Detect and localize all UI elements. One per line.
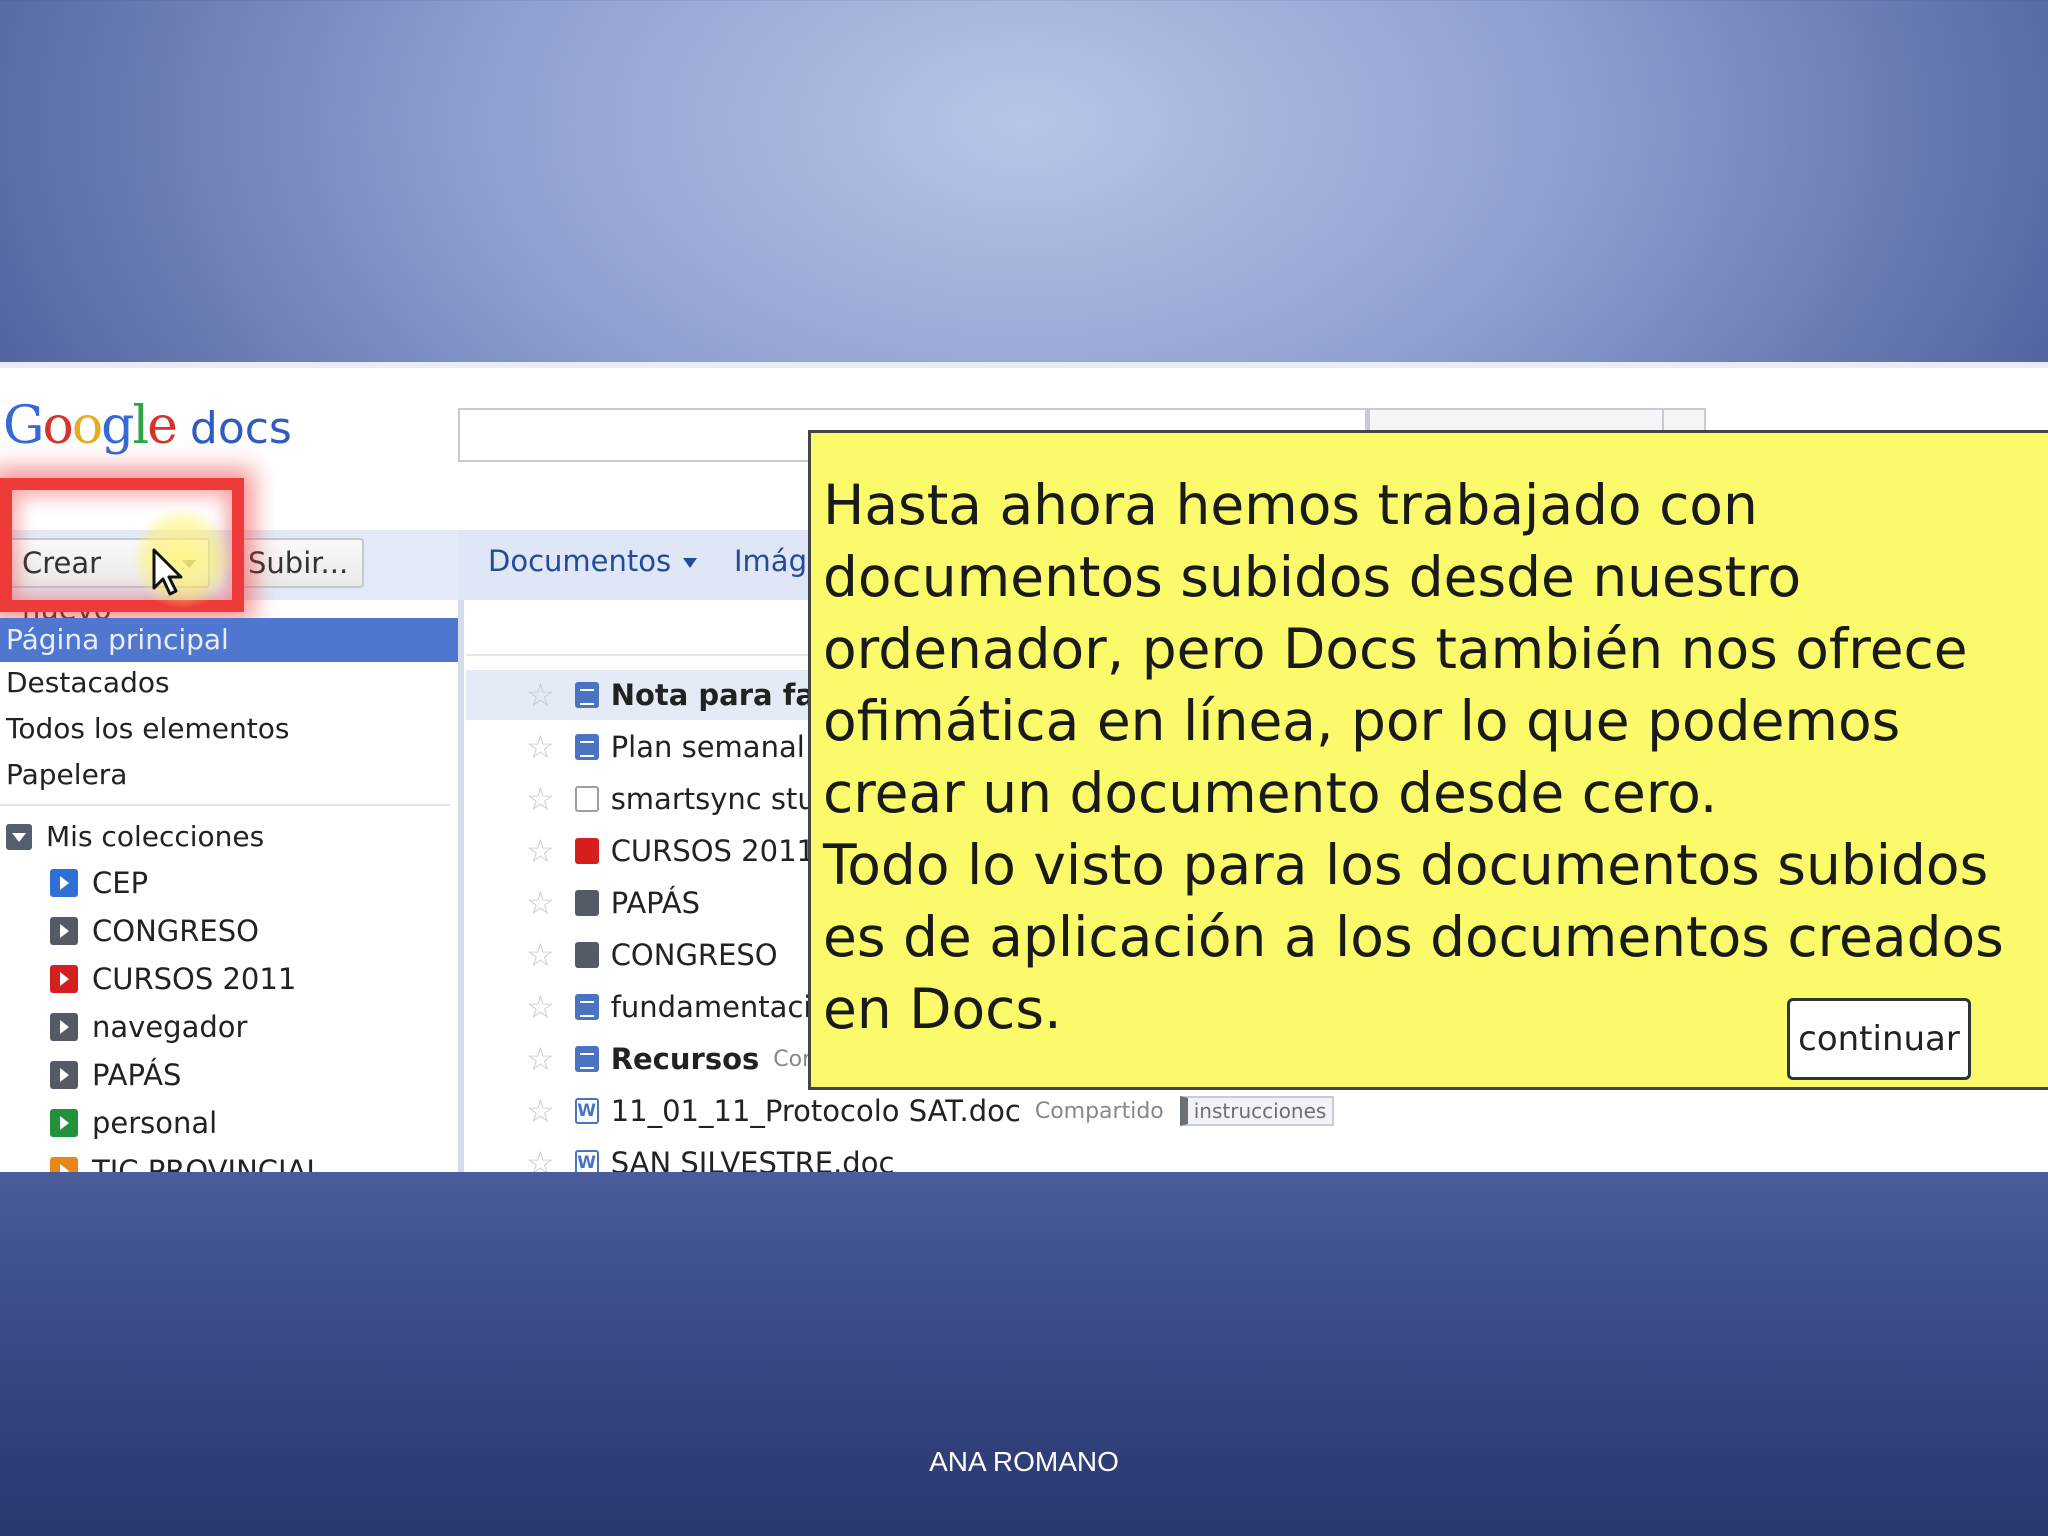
collection-label: personal xyxy=(92,1106,218,1140)
callout-text: Hasta ahora hemos trabajado con document… xyxy=(823,473,2004,1041)
collection-tag[interactable]: instrucciones xyxy=(1179,1096,1335,1126)
document-row[interactable]: ☆ smartsync stud xyxy=(526,780,834,818)
collection-folder-icon xyxy=(50,965,78,993)
star-icon[interactable]: ☆ xyxy=(526,1040,555,1078)
tutorial-callout: Hasta ahora hemos trabajado con document… xyxy=(808,430,2048,1090)
collection-folder-icon xyxy=(50,1061,78,1089)
logo-docs-word: docs xyxy=(189,403,292,454)
collapse-toggle-icon[interactable] xyxy=(6,823,32,850)
star-icon[interactable]: ☆ xyxy=(526,780,555,818)
collection-label: CURSOS 2011 xyxy=(92,962,297,996)
star-icon[interactable]: ☆ xyxy=(526,832,555,870)
folder-icon xyxy=(574,890,599,916)
logo-google-wordmark: Google xyxy=(3,396,178,456)
document-title[interactable]: CURSOS 2011 xyxy=(611,834,815,868)
document-row[interactable]: ☆ fundamentacion xyxy=(526,988,848,1026)
google-docs-logo: Google docs xyxy=(3,396,292,466)
collection-folder-icon xyxy=(50,917,78,945)
mouse-pointer-icon xyxy=(152,548,183,596)
tab-documents[interactable]: Documentos xyxy=(488,544,698,578)
chevron-down-icon xyxy=(683,558,698,568)
document-row[interactable]: ☆ CURSOS 2011 xyxy=(526,832,815,870)
sidebar-scrollbar[interactable] xyxy=(458,600,464,1172)
collection-label: navegador xyxy=(92,1010,248,1044)
document-title[interactable]: Plan semanal xyxy=(611,730,805,764)
document-row[interactable]: ☆ Recursos Comp xyxy=(526,1040,838,1078)
star-icon[interactable]: ☆ xyxy=(526,988,555,1026)
document-row[interactable]: ☆ Plan semanal xyxy=(526,728,805,766)
sidebar-item-home[interactable]: Página principal xyxy=(0,618,458,662)
doc-icon xyxy=(574,682,599,708)
document-title[interactable]: CONGRESO xyxy=(611,938,778,972)
collection-folder-icon xyxy=(50,1013,78,1041)
document-title[interactable]: PAPÁS xyxy=(611,886,700,920)
document-row[interactable]: ☆ W 11_01_11_Protocolo SAT.doc Compartido in… xyxy=(526,1092,1335,1130)
doc-icon xyxy=(574,994,599,1020)
folder-icon xyxy=(574,838,599,864)
doc-icon xyxy=(574,1046,599,1072)
sidebar-item-all-items[interactable]: Todos los elementos xyxy=(6,712,289,745)
document-title[interactable]: 11_01_11_Protocolo SAT.doc xyxy=(611,1094,1021,1128)
sidebar-collections-header[interactable]: Mis colecciones xyxy=(6,820,264,853)
collection-label: TIC PROVINCIAL xyxy=(92,1154,323,1172)
word-icon: W xyxy=(574,1150,599,1172)
sidebar-item-starred[interactable]: Destacados xyxy=(6,666,170,699)
continue-button[interactable]: continuar xyxy=(1787,998,1971,1080)
star-icon[interactable]: ☆ xyxy=(526,936,555,974)
slide-author: ANA ROMANO xyxy=(929,1446,1119,1477)
star-icon[interactable]: ☆ xyxy=(526,1144,555,1172)
slide-background-bottom xyxy=(0,1172,2048,1536)
collection-item[interactable]: personal xyxy=(50,1106,217,1140)
doc-icon xyxy=(574,734,599,760)
upload-button[interactable]: Subir... xyxy=(232,538,364,588)
collection-item[interactable]: CEP xyxy=(50,866,148,900)
collection-item[interactable]: TIC PROVINCIAL xyxy=(50,1154,323,1172)
sidebar-item-trash[interactable]: Papelera xyxy=(6,758,127,791)
folder-icon xyxy=(574,942,599,968)
star-icon[interactable]: ☆ xyxy=(526,728,555,766)
document-title[interactable]: SAN SILVESTRE.doc xyxy=(611,1146,895,1172)
collection-item[interactable]: CONGRESO xyxy=(50,914,259,948)
collection-label: PAPÁS xyxy=(92,1058,182,1092)
collection-item[interactable]: PAPÁS xyxy=(50,1058,181,1092)
collection-item[interactable]: navegador xyxy=(50,1010,247,1044)
document-row[interactable]: ☆ W SAN SILVESTRE.doc xyxy=(526,1144,894,1172)
word-icon: W xyxy=(574,1098,599,1124)
document-row[interactable]: ☆ CONGRESO xyxy=(526,936,778,974)
document-title[interactable]: smartsync stud xyxy=(611,782,835,816)
collection-label: CEP xyxy=(92,866,149,900)
document-row[interactable]: ☆ PAPÁS xyxy=(526,884,700,922)
collection-label: CONGRESO xyxy=(92,914,259,948)
file-icon xyxy=(574,786,599,812)
document-title[interactable]: Recursos xyxy=(611,1042,760,1076)
star-icon[interactable]: ☆ xyxy=(526,1092,555,1130)
sidebar-divider xyxy=(0,804,450,806)
document-row[interactable]: ☆ Nota para fam xyxy=(526,676,845,714)
shared-status: Compartido xyxy=(1034,1098,1164,1124)
collection-folder-icon xyxy=(50,869,78,897)
star-icon[interactable]: ☆ xyxy=(526,676,555,714)
collection-folder-icon xyxy=(50,1157,78,1172)
collection-folder-icon xyxy=(50,1109,78,1137)
star-icon[interactable]: ☆ xyxy=(526,884,555,922)
collection-item[interactable]: CURSOS 2011 xyxy=(50,962,296,996)
